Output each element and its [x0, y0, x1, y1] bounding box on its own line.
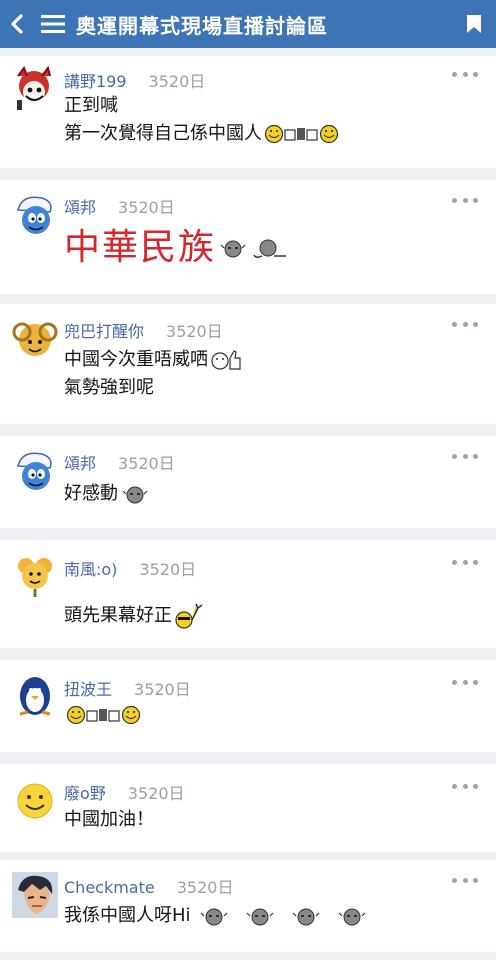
post-age: 3520日 [148, 72, 206, 91]
post-content: 中華民族 [64, 226, 294, 270]
top-bar: 奧運開幕式現場直播討論區 [0, 0, 496, 48]
post-line: 中華民族 [64, 226, 294, 270]
more-options-button[interactable] [452, 454, 478, 464]
post-content: 頭先果幕好正 [64, 602, 204, 630]
post-author[interactable]: 頌邦 [64, 194, 96, 218]
avatar-flower-icon [18, 558, 52, 597]
more-options-button[interactable] [452, 322, 478, 332]
more-options-button[interactable] [452, 560, 478, 570]
post-item: 廢o野 3520日 中國加油！ [0, 764, 496, 852]
post-line-text: 我係中國人呀Hi [64, 905, 191, 926]
post-line-text: 中華民族 [64, 227, 217, 268]
post-content [64, 704, 142, 726]
post-line-text: 第一次覺得自己係中國人 [64, 123, 262, 144]
post-author[interactable]: 頌邦 [64, 450, 96, 474]
post-author[interactable]: 兜巴打醒你 [64, 318, 144, 342]
post-author[interactable]: 廢o野 [64, 780, 106, 804]
post-line: 氣勢強到呢 [64, 377, 154, 398]
post-line-text: 中國今次重唔威哂 [64, 349, 208, 370]
post-line: 正到喊 [64, 95, 118, 116]
post-content: 中國今次重唔威哂 氣勢強到呢 [64, 346, 242, 402]
post-age: 3520日 [127, 784, 185, 803]
avatar-red-dragon-icon [17, 66, 51, 110]
avatar-penguin-icon [19, 677, 51, 716]
sad-blob-emoticon-icon [253, 239, 287, 259]
post-content: 中國加油！ [64, 806, 154, 834]
thumbs-up-emoticon-icon [211, 350, 241, 370]
avatar-smurf-icon [17, 196, 52, 234]
more-options-button[interactable] [452, 878, 478, 888]
more-options-button[interactable] [452, 680, 478, 690]
post-item: 頌邦 3520日 好感動 [0, 436, 496, 528]
more-options-button[interactable] [452, 198, 478, 208]
avatar-smurf-icon [17, 452, 52, 490]
more-options-button[interactable] [452, 784, 478, 794]
back-button[interactable] [0, 0, 34, 48]
smiley-drinking-emoticon-icon [66, 705, 141, 725]
post-author[interactable]: 講野199 [64, 68, 127, 92]
post-age: 3520日 [118, 198, 175, 217]
post-content: 好感動 [64, 480, 150, 508]
post-line: 第一次覺得自己係中國人 [64, 120, 340, 148]
post-age: 3520日 [176, 878, 234, 897]
post-age: 3520日 [139, 560, 197, 579]
post-item: 南風:o) 3520日 頭先果幕好正 [0, 540, 496, 648]
post-line: 中國今次重唔威哂 [64, 346, 242, 374]
post-author[interactable]: Checkmate [64, 878, 155, 897]
menu-button[interactable] [34, 0, 72, 48]
post-item: 頌邦 3520日 中華民族 [0, 180, 496, 294]
crying-emoticon-icon [220, 240, 246, 258]
post-item: Checkmate 3520日 我係中國人呀Hi [0, 860, 496, 952]
chevron-left-icon [11, 14, 23, 34]
post-line: 頭先果幕好正 [64, 602, 204, 630]
post-item: 兜巴打醒你 3520日 中國今次重唔威哂 氣勢強到呢 [0, 304, 496, 424]
post-content: 我係中國人呀Hi [64, 902, 377, 930]
bookmark-button[interactable] [452, 0, 496, 48]
post-line: 我係中國人呀Hi [64, 902, 377, 930]
crying-emoticon-icon [200, 908, 365, 926]
post-age: 3520日 [166, 322, 223, 341]
post-item: 扭波王 3520日 [0, 660, 496, 752]
post-line-text: 好感動 [64, 483, 118, 504]
avatar-ram-icon [12, 322, 58, 356]
more-options-button[interactable] [452, 72, 478, 82]
page-title: 奧運開幕式現場直播討論區 [76, 13, 328, 38]
post-content: 正到喊 第一次覺得自己係中國人 [64, 92, 340, 148]
avatar-smiley-icon [17, 783, 53, 819]
post-line [64, 704, 142, 726]
post-author[interactable]: 扭波王 [64, 676, 112, 700]
post-age: 3520日 [118, 454, 175, 473]
post-author[interactable]: 南風:o) [64, 556, 117, 580]
crying-emoticon-icon [122, 486, 148, 504]
rock-on-emoticon-icon [175, 603, 203, 629]
avatar-anime-character-icon [12, 872, 58, 918]
post-item: 講野199 3520日 正到喊 第一次覺得自己係中國人 [0, 56, 496, 168]
post-age: 3520日 [134, 680, 191, 699]
post-line: 好感動 [64, 480, 150, 508]
post-line-text: 頭先果幕好正 [64, 605, 172, 626]
bookmark-icon [467, 15, 481, 33]
smiley-drinking-emoticon-icon [264, 124, 339, 144]
post-line: 中國加油！ [64, 809, 154, 830]
hamburger-menu-icon [41, 15, 65, 33]
